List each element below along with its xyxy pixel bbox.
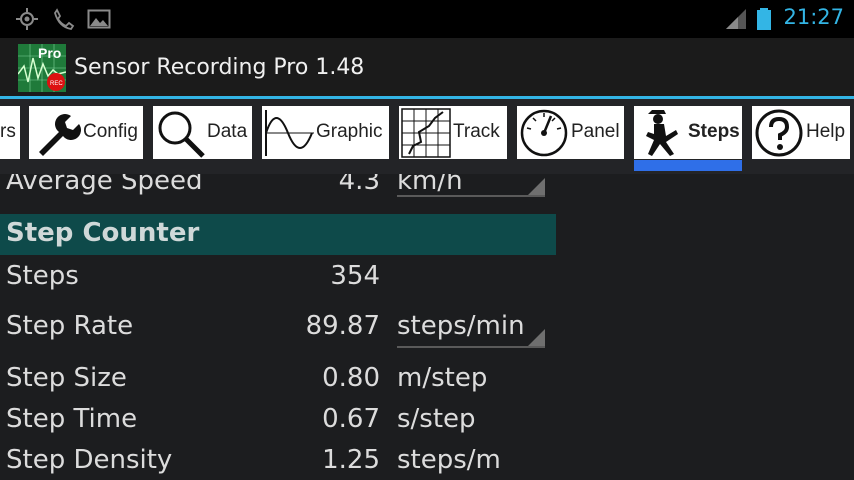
tab-data[interactable]: Data bbox=[153, 106, 252, 159]
unit-spinner[interactable]: km/h bbox=[397, 174, 463, 196]
row-value: 354 bbox=[330, 261, 380, 291]
row-label: Step Size bbox=[6, 363, 127, 393]
step-time-row: Step Time 0.67 s/step bbox=[0, 400, 556, 440]
row-value: 4.3 bbox=[338, 174, 380, 196]
svg-text:Pro: Pro bbox=[38, 45, 61, 61]
tab-label: rs bbox=[0, 121, 16, 142]
clock: 21:27 bbox=[783, 5, 844, 29]
selected-tab-indicator bbox=[634, 160, 742, 171]
gauge-icon bbox=[520, 109, 568, 157]
row-label: Step Time bbox=[6, 404, 138, 434]
tab-label: Config bbox=[83, 121, 138, 142]
battery-icon bbox=[757, 8, 771, 30]
spinner-arrow-icon bbox=[527, 178, 545, 196]
svg-text:REC: REC bbox=[50, 81, 63, 87]
unit-spinner[interactable]: steps/min bbox=[397, 311, 525, 341]
tab-label: Track bbox=[453, 121, 500, 142]
section-header: Step Counter bbox=[0, 214, 556, 255]
spinner-underline bbox=[397, 346, 545, 348]
row-value: 1.25 bbox=[322, 445, 380, 475]
tab-label: Data bbox=[207, 121, 248, 142]
row-unit: steps/m bbox=[397, 445, 501, 475]
average-speed-row: Average Speed 4.3 km/h bbox=[0, 174, 556, 202]
row-label: Steps bbox=[6, 261, 79, 291]
steps-row: Steps 354 bbox=[0, 257, 556, 297]
step-rate-row: Step Rate 89.87 steps/min bbox=[0, 307, 556, 348]
walking-man-icon bbox=[646, 110, 678, 156]
signal-icon bbox=[726, 9, 746, 29]
row-label: Step Density bbox=[6, 445, 173, 475]
tab-label: Help bbox=[806, 121, 846, 142]
tab-config[interactable]: Config bbox=[29, 106, 143, 159]
app-title: Sensor Recording Pro 1.48 bbox=[74, 55, 365, 80]
row-value: 0.67 bbox=[322, 404, 380, 434]
tab-panel[interactable]: Panel bbox=[517, 106, 624, 159]
app-logo-icon[interactable]: Pro REC bbox=[18, 44, 66, 92]
help-icon bbox=[755, 109, 803, 157]
row-value: 89.87 bbox=[305, 311, 380, 341]
step-density-row: Step Density 1.25 steps/m bbox=[0, 441, 556, 480]
missed-call-icon bbox=[54, 8, 75, 30]
tab-steps[interactable]: Steps bbox=[634, 106, 742, 159]
tab-label: Panel bbox=[571, 121, 620, 142]
tab-graphic[interactable]: Graphic bbox=[262, 106, 389, 159]
row-label: Step Rate bbox=[6, 311, 134, 341]
tab-track[interactable]: Track bbox=[399, 106, 507, 159]
section-title: Step Counter bbox=[6, 218, 200, 248]
status-bar: 21:27 bbox=[0, 0, 854, 38]
picture-icon bbox=[87, 9, 111, 29]
tab-label: Steps bbox=[688, 121, 740, 142]
tab-sensors[interactable]: rs bbox=[0, 106, 20, 159]
track-map-icon bbox=[401, 108, 451, 158]
step-counter-panel[interactable]: Average Speed 4.3 km/h Step Counter Step… bbox=[0, 174, 854, 480]
gps-icon bbox=[16, 8, 38, 30]
wrench-icon bbox=[39, 114, 81, 156]
row-unit: s/step bbox=[397, 404, 476, 434]
row-unit: m/step bbox=[397, 363, 488, 393]
tab-help[interactable]: Help bbox=[752, 106, 850, 159]
magnifier-icon bbox=[158, 111, 205, 158]
spinner-arrow-icon bbox=[527, 329, 545, 347]
sine-wave-icon bbox=[265, 110, 314, 156]
row-label: Average Speed bbox=[6, 174, 203, 196]
row-value: 0.80 bbox=[322, 363, 380, 393]
tab-label: Graphic bbox=[316, 121, 383, 142]
spinner-underline bbox=[397, 195, 545, 197]
step-size-row: Step Size 0.80 m/step bbox=[0, 359, 556, 399]
